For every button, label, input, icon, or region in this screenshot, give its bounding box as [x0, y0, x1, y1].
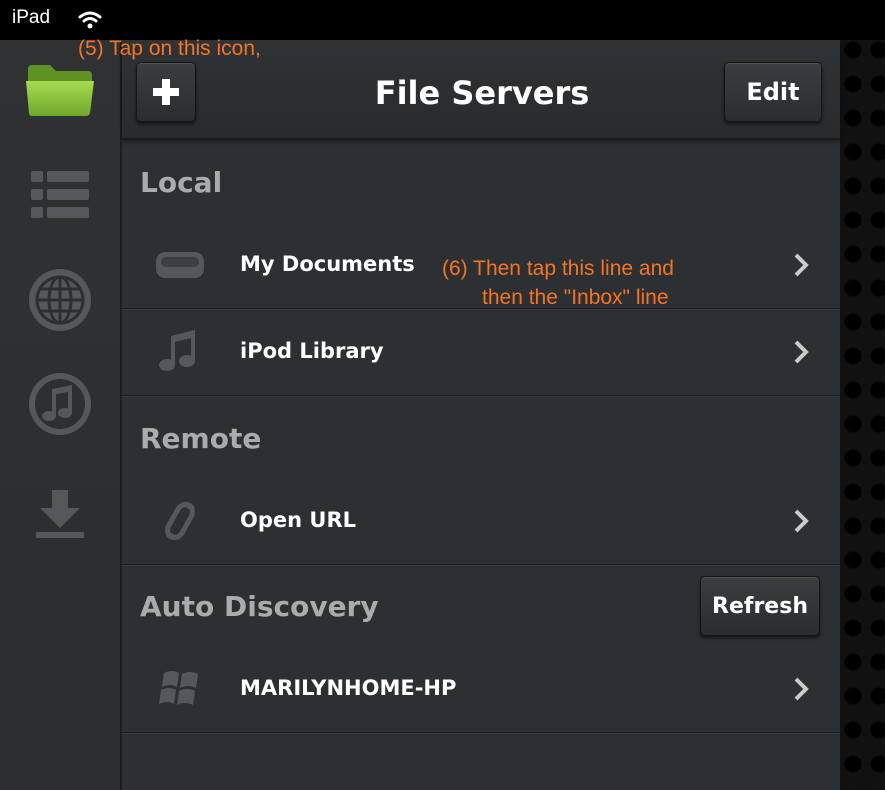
music-note-icon[interactable]	[24, 373, 96, 435]
page-title: File Servers	[374, 74, 590, 112]
chevron-right-icon	[792, 339, 810, 369]
download-icon[interactable]	[24, 484, 96, 544]
list-item-label: MARILYNHOME-HP	[240, 676, 457, 700]
sidebar	[0, 40, 122, 790]
link-icon	[154, 498, 206, 544]
windows-icon	[154, 666, 206, 712]
list-item-label: iPod Library	[240, 339, 384, 363]
hard-drive-icon	[154, 242, 206, 288]
list-item-marilynhome-hp[interactable]: MARILYNHOME-HP	[122, 646, 840, 733]
folder-icon[interactable]	[24, 60, 96, 120]
refresh-button[interactable]: Refresh	[700, 576, 820, 636]
edit-button[interactable]: Edit	[724, 62, 822, 122]
plus-icon	[153, 79, 179, 105]
list-item-label: My Documents	[240, 252, 415, 276]
section-header-local: Local	[140, 166, 223, 199]
music-note-icon	[154, 329, 206, 375]
list-item-open-url[interactable]: Open URL	[122, 478, 840, 565]
list-item-ipod-library[interactable]: iPod Library	[122, 309, 840, 396]
section-header-auto-discovery: Auto Discovery	[140, 590, 379, 623]
wifi-icon	[78, 10, 102, 34]
annotation-step-5: (5) Tap on this icon,	[78, 37, 261, 60]
perforated-edge	[840, 40, 885, 790]
globe-icon[interactable]	[24, 269, 96, 331]
list-icon[interactable]	[24, 166, 96, 226]
chevron-right-icon	[792, 508, 810, 538]
section-header-remote: Remote	[140, 422, 262, 455]
device-label: iPad	[12, 7, 51, 28]
chevron-right-icon	[792, 676, 810, 706]
annotation-step-6-line-2: then the "Inbox" line	[482, 286, 669, 309]
list-item-label: Open URL	[240, 508, 356, 532]
status-bar: iPad	[0, 0, 885, 40]
annotation-step-6-line-1: (6) Then tap this line and	[442, 257, 674, 280]
file-servers-panel: File Servers Edit Local My Documents iPo…	[122, 40, 840, 790]
chevron-right-icon	[792, 252, 810, 282]
add-server-button[interactable]	[136, 62, 196, 122]
